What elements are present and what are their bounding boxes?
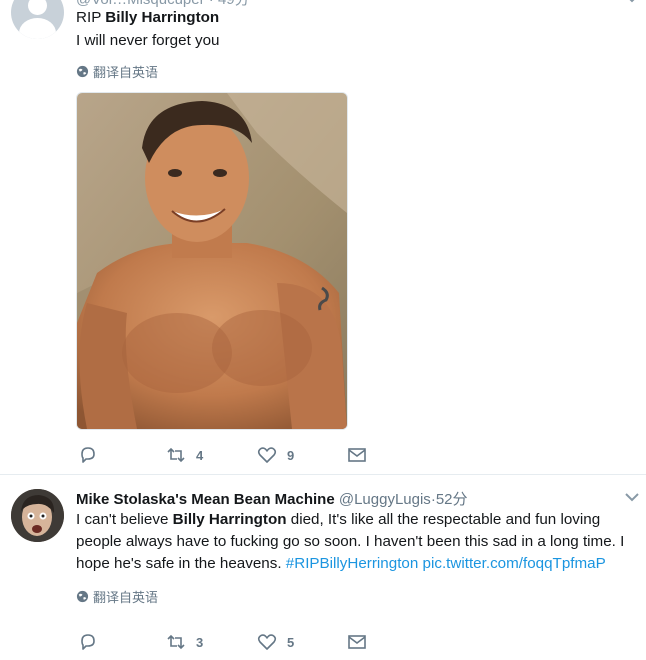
translate-label[interactable]: 翻译自英语 (93, 587, 158, 606)
like-count: 9 (287, 447, 295, 463)
timestamp[interactable]: 52分 (436, 491, 468, 508)
globe-icon (76, 590, 89, 603)
chevron-down-icon[interactable] (624, 491, 640, 503)
tweet-header: Mike Stolaska's Mean Bean Machine @Luggy… (76, 488, 468, 509)
tweet-text-line-2: people always have to fucking go so soon… (76, 533, 625, 550)
like-button[interactable]: 9 (257, 445, 294, 465)
message-button[interactable] (347, 632, 367, 652)
retweet-button[interactable]: 4 (166, 445, 203, 465)
tweet-text-line-1: I can't believe Billy Harrington died, I… (76, 511, 601, 528)
reply-icon (81, 447, 95, 463)
tweet-text-line-3: hope he's safe in the heavens. #RIPBilly… (76, 555, 606, 572)
tweet-2[interactable]: Mike Stolaska's Mean Bean Machine @Luggy… (0, 475, 646, 660)
retweet-icon (167, 447, 185, 463)
message-icon (348, 448, 366, 462)
reply-button[interactable] (78, 445, 98, 465)
avatar[interactable] (11, 0, 64, 39)
globe-icon (76, 65, 89, 78)
like-button[interactable]: 5 (257, 632, 294, 652)
reply-icon (81, 634, 95, 650)
translate-link[interactable]: 翻译自英语 (76, 62, 158, 81)
like-icon (257, 634, 277, 650)
tweet-text-line-1: RIP Billy Harrington (76, 9, 220, 26)
tweet-text-line-2: I will never forget you (76, 32, 220, 49)
retweet-count: 4 (196, 447, 204, 463)
message-button[interactable] (347, 445, 367, 465)
like-icon (257, 447, 277, 463)
pic-link[interactable]: pic.twitter.com/foqqTpfmaP (423, 555, 606, 572)
handle[interactable]: @LuggyLugis (339, 491, 431, 508)
chevron-down-icon[interactable] (624, 0, 640, 4)
retweet-icon (167, 634, 185, 650)
translate-label[interactable]: 翻译自英语 (93, 62, 158, 81)
translate-link[interactable]: 翻译自英语 (76, 587, 158, 606)
tweet-photo[interactable] (76, 92, 348, 430)
avatar[interactable] (11, 489, 64, 542)
retweet-count: 3 (196, 634, 204, 650)
retweet-button[interactable]: 3 (166, 632, 203, 652)
like-count: 5 (287, 634, 295, 650)
reply-button[interactable] (78, 632, 98, 652)
message-icon (348, 635, 366, 649)
hashtag-link[interactable]: #RIPBillyHerrington (286, 555, 419, 572)
photo-shirtless-man (77, 93, 347, 429)
display-name[interactable]: Mike Stolaska's Mean Bean Machine (76, 491, 335, 508)
tweet-1[interactable]: @Voi…Misqucuper · 49分 RIP Billy Harringt… (0, 0, 646, 475)
